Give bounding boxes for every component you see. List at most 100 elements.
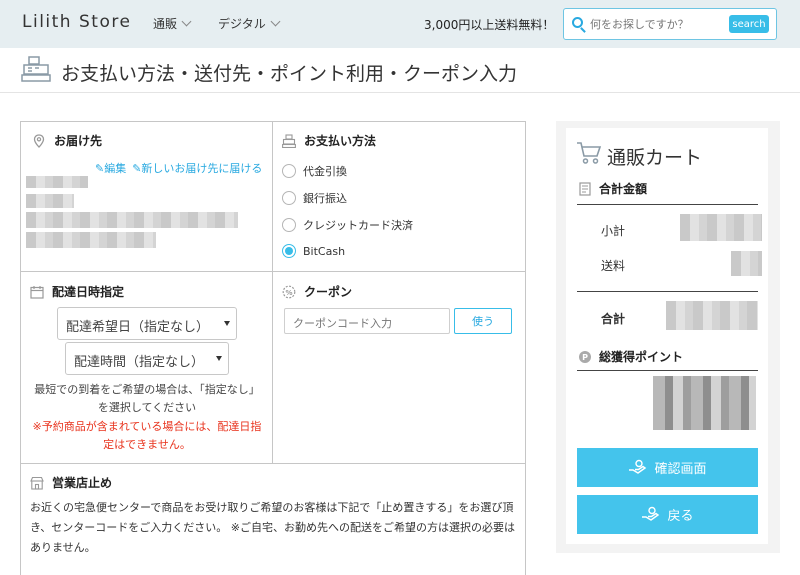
section-title: お支払い方法	[304, 134, 377, 148]
option-label: 代金引換	[303, 165, 347, 178]
redacted-text	[26, 176, 88, 188]
address-links: ✎編集 ✎新しいお届け先に届ける	[95, 160, 262, 176]
payment-method-section: お支払い方法 代金引換 銀行振込 クレジットカード決済 BitCash	[273, 122, 525, 272]
section-heading: % クーポン	[282, 283, 352, 300]
select-value: 配達希望日（指定なし）	[66, 320, 210, 335]
description-line: ありません。	[30, 541, 96, 554]
coupon-section: % クーポン 使う	[273, 272, 525, 464]
nav-digital[interactable]: デジタル	[218, 15, 281, 32]
redacted-subtotal	[680, 214, 762, 241]
nav-label: デジタル	[218, 17, 266, 31]
section-heading: お届け先	[32, 132, 102, 149]
description-line: お近くの宅急便センターで商品をお受け取りご希望のお客様は下記で「止め置きする」を…	[30, 501, 514, 514]
heading-label: 合計金額	[599, 182, 648, 196]
checkout-form: お届け先 ✎編集 ✎新しいお届け先に届ける お支払い方法 代金引換 銀行振込 ク…	[20, 121, 526, 575]
nav-tsuhan[interactable]: 通販	[153, 15, 192, 32]
divider	[577, 370, 758, 371]
dropdown-arrow-icon	[216, 356, 222, 361]
section-heading: 営業店止め	[30, 474, 112, 491]
store-logo[interactable]: Lilith Store	[22, 12, 131, 32]
register-icon	[282, 133, 296, 148]
svg-text:%: %	[285, 289, 292, 297]
hand-icon	[629, 459, 647, 474]
radio-button[interactable]	[282, 164, 296, 178]
section-title: お届け先	[54, 134, 103, 148]
redacted-text	[26, 232, 156, 248]
redacted-text	[26, 194, 74, 208]
select-value: 配達時間（指定なし）	[74, 355, 205, 370]
payment-option-bank[interactable]: 銀行振込	[282, 190, 347, 206]
section-title: 配達日時指定	[52, 285, 125, 299]
search-box: search	[563, 8, 777, 40]
store-pickup-section: 営業店止め お近くの宅急便センターで商品をお受け取りご希望のお客様は下記で「止め…	[21, 464, 525, 575]
receipt-icon	[579, 181, 591, 196]
cart-title: 通販カート	[607, 147, 703, 169]
section-heading: 配達日時指定	[30, 283, 124, 300]
redacted-points	[653, 376, 756, 430]
back-button[interactable]: 戻る	[577, 495, 758, 534]
redacted-shipping	[731, 251, 762, 276]
delivery-address-section: お届け先 ✎編集 ✎新しいお届け先に届ける	[21, 122, 273, 272]
coupon-code-input[interactable]	[284, 308, 450, 334]
total-heading: 合計金額	[578, 180, 647, 197]
option-label: BitCash	[303, 244, 346, 258]
calendar-icon	[30, 285, 44, 299]
new-address-link[interactable]: ✎新しいお届け先に届ける	[132, 160, 262, 176]
payment-option-credit[interactable]: クレジットカード決済	[282, 217, 413, 233]
free-shipping-note: 3,000円以上送料無料！	[424, 18, 555, 32]
payment-option-bitcash[interactable]: BitCash	[282, 244, 345, 258]
points-heading: P 総獲得ポイント	[578, 348, 683, 365]
note-line: を選択してください	[97, 401, 197, 414]
warning-line: ※予約商品が含まれている場合には、配達日指	[32, 420, 262, 433]
button-label: 確認画面	[654, 462, 707, 477]
svg-text:P: P	[582, 353, 588, 362]
edit-address-link[interactable]: ✎編集	[95, 160, 126, 176]
shipping-label: 送料	[601, 259, 626, 273]
redacted-total	[666, 301, 758, 330]
search-input[interactable]	[590, 15, 720, 33]
points-coin-icon: P	[579, 350, 591, 363]
warning-line: 定はできません。	[103, 438, 191, 451]
radio-button[interactable]	[282, 191, 296, 205]
divider	[577, 291, 758, 292]
note-line: 最短での到着をご希望の場合は、「指定なし」	[34, 383, 260, 396]
chevron-down-icon	[181, 16, 192, 27]
store-icon	[30, 476, 44, 490]
heading-label: 総獲得ポイント	[599, 350, 684, 364]
confirm-button[interactable]: 確認画面	[577, 448, 758, 487]
radio-button-selected[interactable]	[282, 244, 296, 258]
search-icon	[572, 17, 583, 28]
coupon-icon: %	[282, 285, 296, 298]
page-title: お支払い方法・送付先・ポイント利用・クーポン入力	[61, 63, 518, 85]
header: Lilith Store 通販 デジタル 3,000円以上送料無料！ searc…	[0, 0, 800, 48]
redacted-text	[26, 212, 238, 228]
register-icon	[21, 56, 51, 82]
delivery-note: 最短での到着をご希望の場合は、「指定なし」 を選択してください	[21, 381, 273, 417]
subtotal-label: 小計	[601, 224, 626, 238]
total-label: 合計	[601, 312, 626, 326]
hand-icon	[642, 506, 660, 521]
nav-label: 通販	[153, 17, 178, 31]
payment-option-cod[interactable]: 代金引換	[282, 163, 347, 179]
chevron-down-icon	[270, 16, 281, 27]
radio-button[interactable]	[282, 218, 296, 232]
section-title: クーポン	[304, 285, 353, 299]
section-title: 営業店止め	[52, 476, 113, 490]
search-button[interactable]: search	[729, 15, 769, 33]
option-label: クレジットカード決済	[303, 219, 413, 232]
option-label: 銀行振込	[303, 192, 347, 205]
dropdown-arrow-icon	[224, 321, 230, 326]
delivery-date-select[interactable]: 配達希望日（指定なし）	[57, 307, 237, 340]
button-label: 戻る	[667, 509, 694, 524]
delivery-warning: ※予約商品が含まれている場合には、配達日指 定はできません。	[21, 418, 273, 454]
section-heading: お支払い方法	[282, 132, 376, 149]
location-pin-icon	[33, 133, 45, 148]
store-pickup-description: お近くの宅急便センターで商品をお受け取りご希望のお客様は下記で「止め置きする」を…	[30, 498, 520, 558]
delivery-time-select[interactable]: 配達時間（指定なし）	[65, 342, 229, 375]
apply-coupon-button[interactable]: 使う	[454, 308, 512, 334]
title-divider	[0, 92, 800, 93]
cart-icon	[577, 142, 602, 164]
divider	[577, 204, 758, 205]
description-line: き、センターコードをご入力ください。 ※ご自宅、お勤め先への配送をご希望の方は選…	[30, 521, 515, 534]
delivery-date-section: 配達日時指定 配達希望日（指定なし） 配達時間（指定なし） 最短での到着をご希望…	[21, 272, 273, 464]
